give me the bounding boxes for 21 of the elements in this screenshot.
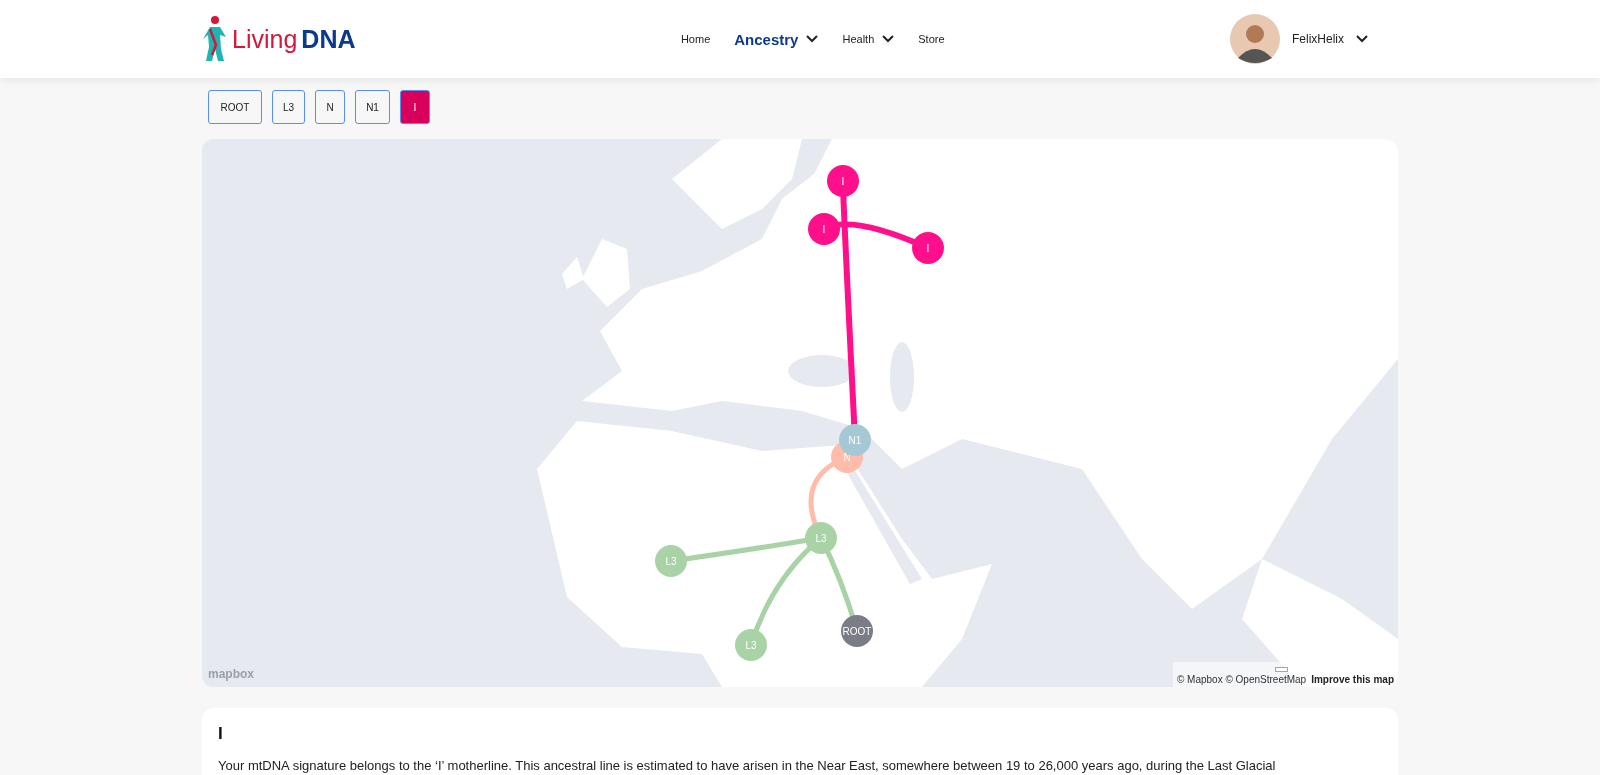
detail-text: Your mtDNA signature belongs to the ‘I’ motherline. This ancestral line is estimated to have arisen in the Near East, somewhere between 19 to 26,000 years ago, during the Last Glacial — [218, 758, 1277, 773]
nav-link[interactable]: Ancestry — [734, 30, 819, 48]
chevron-down-icon — [1356, 35, 1368, 43]
dna-figure-icon — [202, 15, 228, 63]
lineage-tab[interactable]: L3 — [272, 90, 306, 124]
map-logo: mapbox — [208, 667, 254, 681]
lineage-tab[interactable]: ROOT — [208, 90, 262, 124]
detail-title: I — [218, 724, 224, 744]
logo-text: DNA — [301, 24, 356, 54]
lineage-tab[interactable]: N — [315, 90, 346, 124]
nav-link[interactable]: Home — [680, 33, 711, 45]
logo-text: Living — [232, 24, 298, 54]
attribution-text: © Mapbox © OpenStreetMap — [1176, 674, 1307, 685]
nav-link[interactable]: Health — [842, 33, 895, 45]
nav-link[interactable]: Store — [918, 33, 945, 45]
improve-map-link[interactable]: Improve this map — [1311, 674, 1394, 685]
scale-bar — [1275, 667, 1288, 672]
lineage-tab[interactable]: I — [399, 90, 430, 124]
user-name[interactable]: FelixHelix — [1292, 32, 1344, 46]
lineage-tab[interactable]: N1 — [355, 90, 390, 124]
avatar[interactable] — [1230, 14, 1280, 64]
